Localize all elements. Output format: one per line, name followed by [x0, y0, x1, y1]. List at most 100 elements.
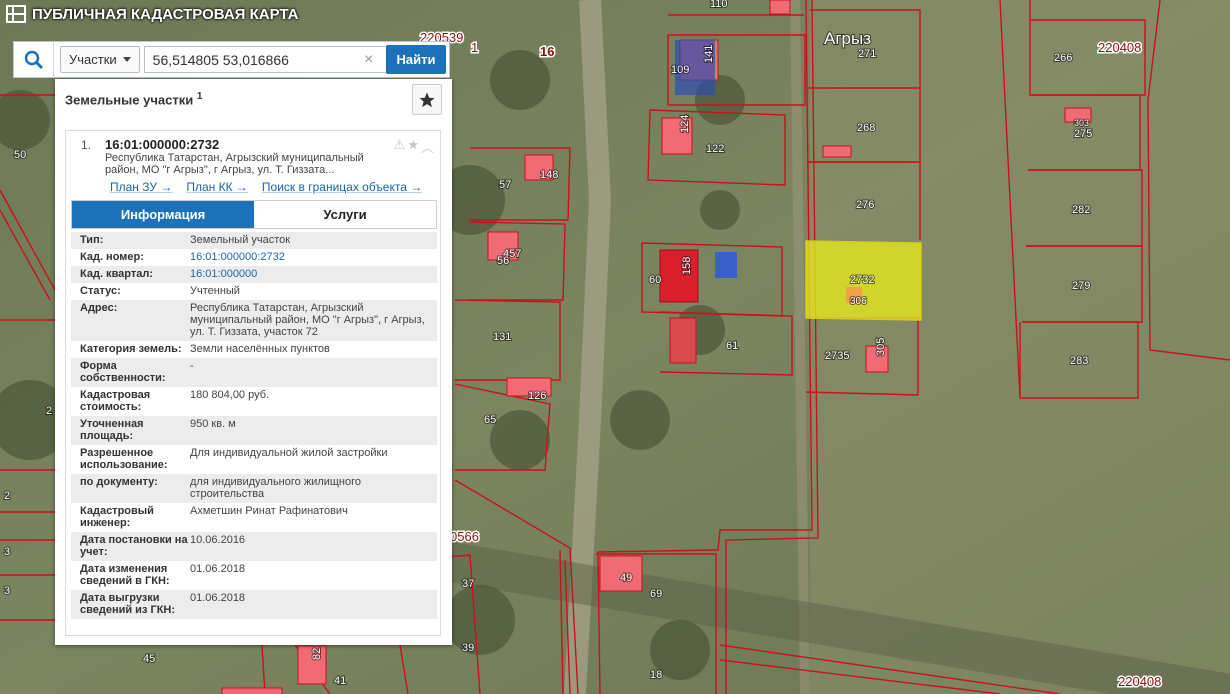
plot-label: 2735: [825, 350, 849, 362]
plot-label: 50: [14, 149, 26, 161]
property-key: Категория земель:: [80, 343, 182, 355]
result-links: План ЗУ → План КК → Поиск в границах объ…: [110, 180, 422, 194]
search-toggle-button[interactable]: [14, 42, 54, 77]
result-address: Республика Татарстан, Агрызский муниципа…: [105, 152, 364, 176]
plot-label: 56: [497, 255, 509, 267]
property-key: Уточненная площадь:: [80, 418, 144, 442]
plot-label: 141: [703, 45, 715, 63]
property-table: Тип: Земельный участок Кад. номер: 16:01:00…: [71, 232, 437, 619]
quarter-label-16: 16: [540, 44, 554, 59]
plot-label: 109: [671, 64, 689, 76]
plot-label: 266: [1054, 52, 1072, 64]
property-key: по документу:: [80, 476, 158, 488]
property-key: Кадастровая стоимость:: [80, 389, 151, 413]
plan-kk-link[interactable]: План КК →: [186, 180, 248, 194]
property-row: Тип: Земельный участок: [71, 232, 437, 249]
plot-label: 279: [1072, 280, 1090, 292]
property-value: Земли населённых пунктов: [190, 343, 330, 355]
results-panel: Земельные участки 1 1. 16:01:000000:2732…: [55, 79, 452, 645]
property-value: 10.06.2016: [190, 534, 246, 546]
property-row: Кад. номер: 16:01:000000:2732: [71, 249, 437, 266]
chevron-up-icon[interactable]: ︿: [421, 137, 434, 156]
plan-zu-link[interactable]: План ЗУ →: [110, 180, 172, 194]
app-title: ПУБЛИЧНАЯ КАДАСТРОВАЯ КАРТА: [32, 5, 299, 23]
result-index: 1.: [81, 138, 92, 152]
clear-search-icon[interactable]: ×: [364, 51, 373, 69]
property-key: Форма собственности:: [80, 360, 166, 384]
property-value: -: [190, 360, 194, 372]
property-key: Дата изменения сведений в ГКН:: [80, 563, 170, 587]
star-icon: [419, 92, 435, 107]
plot-label: 39: [462, 642, 474, 654]
property-key: Кад. квартал:: [80, 268, 154, 280]
plot-label: 49: [620, 572, 632, 584]
quarter-label-220408-bottom: 220408: [1118, 674, 1161, 689]
property-value: 180 804,00 руб.: [190, 389, 270, 401]
app-header: ПУБЛИЧНАЯ КАДАСТРОВАЯ КАРТА: [6, 4, 298, 24]
search-in-bounds-link[interactable]: Поиск в границах объекта →: [262, 180, 422, 194]
plot-label: 275: [1074, 128, 1092, 140]
star-icon[interactable]: ★: [407, 137, 419, 156]
plot-label: 306: [850, 296, 867, 307]
plot-label: 2: [46, 405, 52, 417]
plot-label: 2732: [850, 274, 874, 286]
tab-services[interactable]: Услуги: [254, 201, 436, 228]
property-row: Форма собственности: -: [71, 358, 437, 387]
property-value[interactable]: 16:01:000000: [190, 268, 437, 280]
plot-label: 41: [334, 675, 346, 687]
tab-info[interactable]: Информация: [72, 201, 254, 228]
search-input[interactable]: [143, 46, 386, 73]
plot-label: 82: [311, 648, 323, 660]
plot-label: 268: [857, 122, 875, 134]
plot-label: 158: [681, 257, 693, 275]
property-key: Адрес:: [80, 302, 118, 314]
plot-label: 3: [4, 546, 10, 558]
plot-label: 131: [493, 331, 511, 343]
property-row: Кад. квартал: 16:01:000000: [71, 266, 437, 283]
search-type-select[interactable]: Участки: [60, 46, 140, 73]
property-key: Кадастровый инженер:: [80, 505, 154, 529]
results-panel-header: Земельные участки 1: [55, 79, 452, 121]
place-name: Агрыз: [824, 29, 871, 48]
plot-label: 61: [726, 340, 738, 352]
favorites-button[interactable]: [412, 84, 442, 115]
result-cadastral-number[interactable]: 16:01:000000:2732: [105, 137, 219, 152]
plot-label: 122: [706, 143, 724, 155]
property-value: Для индивидуальной жилой застройки: [190, 447, 388, 459]
property-value: 01.06.2018: [190, 592, 246, 604]
property-value: Ахметшин Ринат Рафинатович: [190, 505, 348, 517]
property-value: Учтенный: [190, 285, 240, 297]
plot-label: 65: [484, 414, 496, 426]
search-type-label: Участки: [69, 52, 117, 67]
property-key: Статус:: [80, 285, 121, 297]
quarter-label-1: 1: [471, 40, 478, 55]
plot-label: 45: [143, 653, 155, 665]
property-key: Тип:: [80, 234, 104, 246]
chevron-down-icon: [122, 57, 131, 62]
map-logo-icon: [6, 5, 26, 23]
property-row: Кадастровый инженер: Ахметшин Ринат Рафин…: [71, 503, 437, 532]
plot-label: 271: [858, 48, 876, 60]
property-row: Дата постановки на учет: 10.06.2016: [71, 532, 437, 561]
property-value[interactable]: 16:01:000000:2732: [190, 251, 437, 263]
search-bar: Участки × Найти: [13, 41, 450, 78]
property-key: Разрешенное использование:: [80, 447, 168, 471]
plot-label: 303: [1074, 118, 1089, 128]
property-value: для индивидуального жилищного строительс…: [190, 476, 362, 500]
plot-label: 283: [1070, 355, 1088, 367]
result-tabs: Информация Услуги: [71, 200, 437, 229]
warning-icon[interactable]: ⚠: [394, 137, 406, 156]
plot-label: 2: [4, 490, 10, 502]
property-row: Кадастровая стоимость: 180 804,00 руб.: [71, 387, 437, 416]
plot-label: 305: [875, 338, 887, 356]
plot-label: 124: [679, 115, 691, 133]
plot-label: 3: [4, 585, 10, 597]
plot-label: 110: [710, 0, 728, 10]
find-button[interactable]: Найти: [386, 45, 446, 74]
result-actions: ⚠ ★ ︿: [394, 137, 434, 156]
property-key: Кад. номер:: [80, 251, 144, 263]
property-value: Республика Татарстан, Агрызский муниципа…: [190, 302, 425, 338]
property-row: Разрешенное использование: Для индивидуал…: [71, 445, 437, 474]
roof-blue: [715, 252, 737, 278]
property-row: Категория земель: Земли населённых пункто…: [71, 341, 437, 358]
